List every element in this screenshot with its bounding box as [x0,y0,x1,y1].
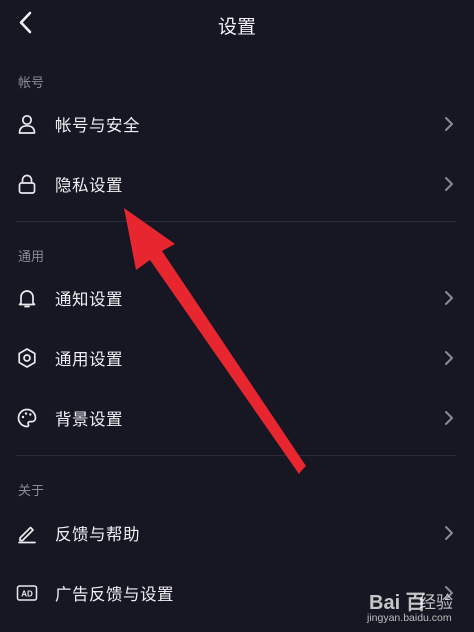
settings-item-general[interactable]: 通用设置 [0,330,474,386]
settings-item-label: 广告反馈与设置 [55,585,174,604]
bell-icon [18,290,36,308]
settings-item-label: 隐私设置 [55,176,123,195]
chevron-right-icon [445,526,453,540]
page-title: 设置 [217,16,256,38]
chevron-right-icon [445,117,453,131]
settings-item-background[interactable]: 背景设置 [0,390,474,446]
lock-icon [18,174,36,194]
chevron-right-icon [445,177,453,191]
section-label-account: 帐号 [18,76,45,91]
top-bar: 设置 [0,0,474,48]
person-icon [18,114,36,134]
chevron-right-icon [445,411,453,425]
section-divider [16,221,456,222]
settings-item-label: 帐号与安全 [55,116,140,135]
ad-icon-text: AD [21,590,33,599]
baidu-watermark: Bai 百 经验 jingyan.baidu.com [365,584,469,630]
ad-icon: AD [16,585,38,601]
settings-item-privacy[interactable]: 隐私设置 [0,156,474,212]
chevron-right-icon [445,291,453,305]
palette-icon [17,408,37,428]
section-label-general: 通用 [18,250,45,265]
settings-item-label: 通知设置 [55,290,123,309]
settings-item-label: 通用设置 [55,350,123,369]
pencil-icon [18,526,36,544]
chevron-right-icon [445,351,453,365]
watermark-brand: Bai 百 [369,592,426,614]
gear-icon [18,348,36,368]
settings-item-label: 背景设置 [55,410,123,429]
section-label-about: 关于 [18,484,45,499]
section-divider [16,455,456,456]
settings-item-label: 反馈与帮助 [55,525,140,544]
settings-item-notifications[interactable]: 通知设置 [0,270,474,326]
settings-item-feedback-help[interactable]: 反馈与帮助 [0,505,474,561]
watermark-url: jingyan.baidu.com [367,612,452,624]
watermark-jingyan: 经验 [419,593,453,613]
settings-item-account-security[interactable]: 帐号与安全 [0,96,474,152]
